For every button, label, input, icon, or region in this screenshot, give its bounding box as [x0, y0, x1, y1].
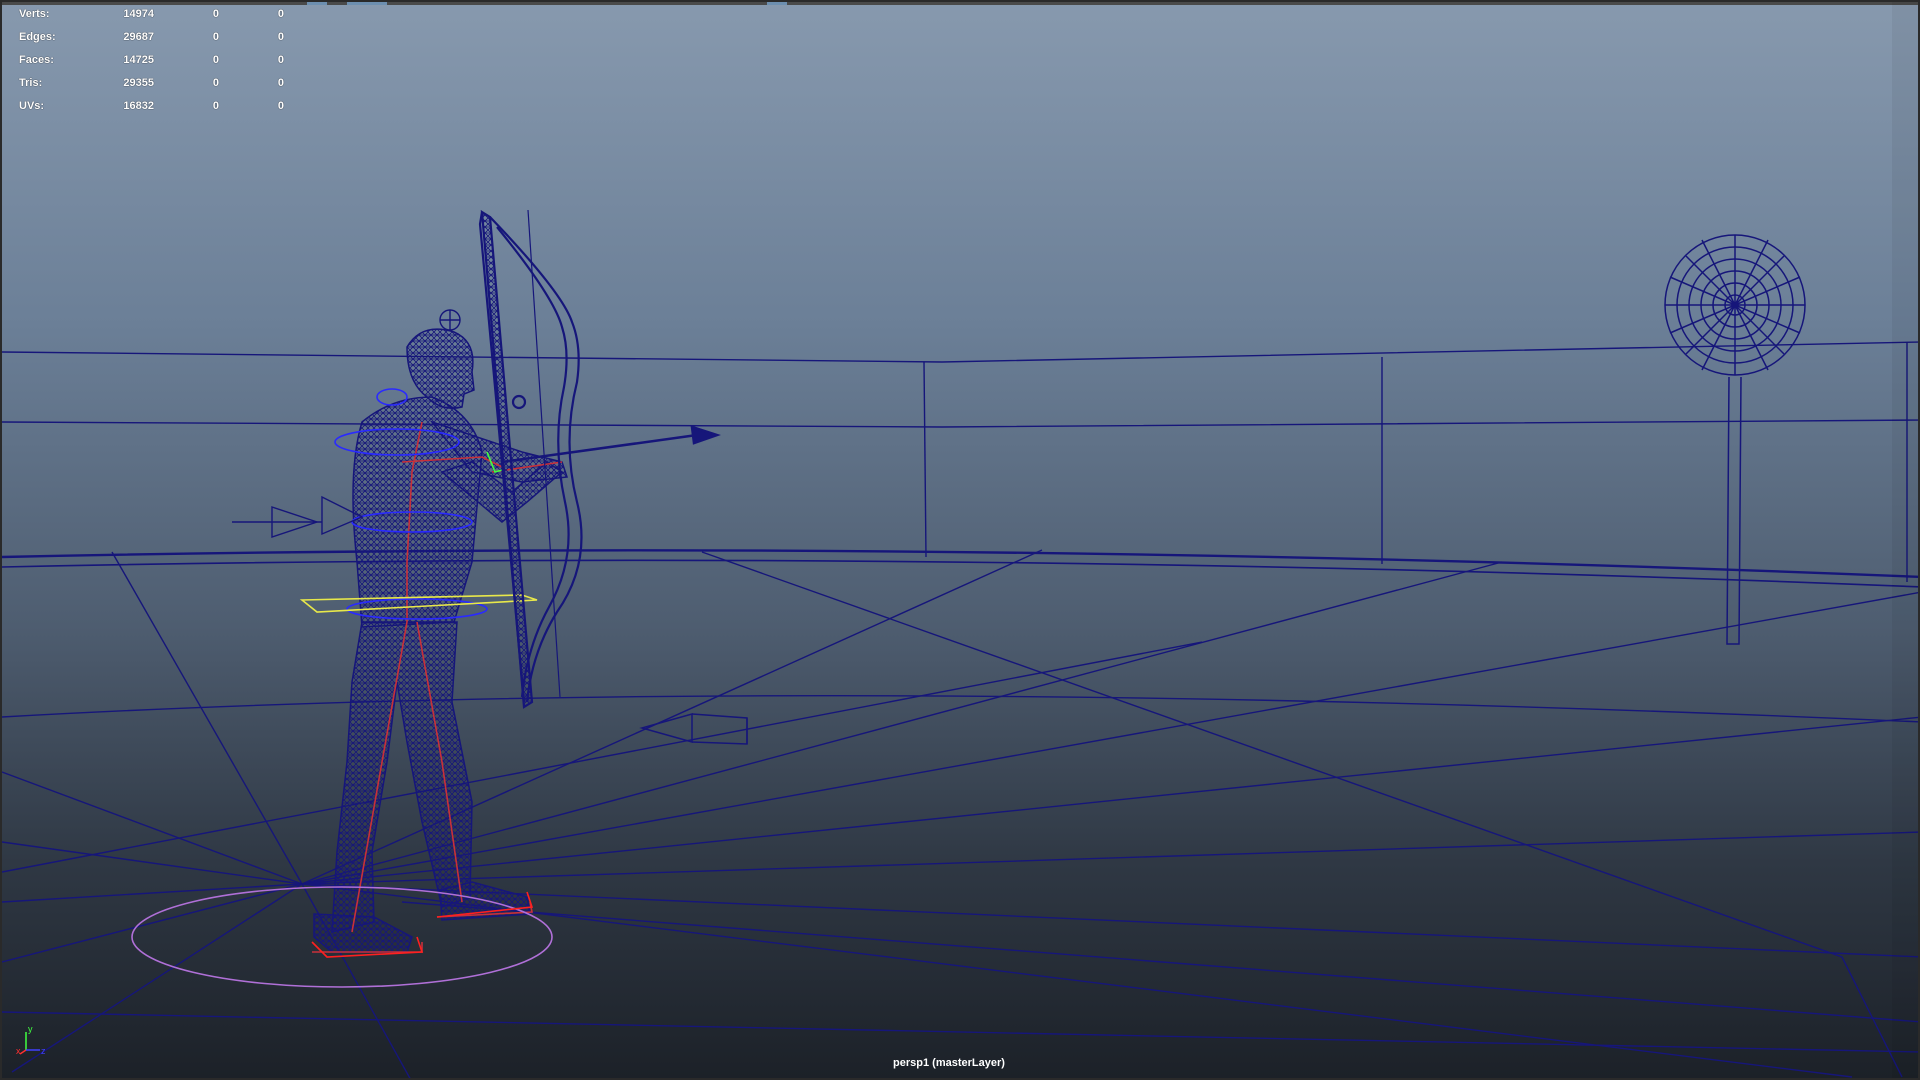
- hud-value: 0: [277, 100, 284, 112]
- axis-gizmo-icon: y x z: [16, 1024, 46, 1056]
- hud-value: 0: [212, 54, 219, 66]
- hud-value: 29687: [123, 31, 154, 43]
- hud-value: 0: [212, 100, 219, 112]
- hud-label: UVs:: [19, 100, 45, 112]
- viewport-persp[interactable]: Verts: 14974 0 0 Edges: 29687 0 0 Faces:…: [0, 0, 1920, 1080]
- hud-value: 29355: [123, 77, 154, 89]
- hud-label: Verts:: [19, 8, 50, 20]
- hud-label: Edges:: [19, 31, 56, 43]
- axis-label-x: x: [16, 1046, 21, 1056]
- scene-wireframe[interactable]: [2, 2, 1920, 1080]
- hud-value: 0: [212, 8, 219, 20]
- hud-label: Tris:: [19, 77, 43, 89]
- ground-grid: [2, 341, 1918, 1078]
- axis-label-y: y: [28, 1024, 33, 1034]
- hud-label: Faces:: [19, 54, 54, 66]
- axis-label-z: z: [41, 1046, 46, 1056]
- hud-value: 0: [277, 77, 284, 89]
- hud-value: 0: [277, 31, 284, 43]
- hud-value: 0: [277, 8, 284, 20]
- camera-name-label: persp1 (masterLayer): [893, 1057, 1005, 1069]
- arrow[interactable]: [501, 425, 721, 464]
- hud-value: 14974: [123, 8, 154, 20]
- hud-value: 0: [212, 31, 219, 43]
- archery-target[interactable]: [1664, 234, 1806, 645]
- hud-value: 0: [277, 54, 284, 66]
- hud-value: 0: [212, 77, 219, 89]
- viewport-right-edge: [1892, 2, 1918, 1078]
- hud-value: 14725: [123, 54, 154, 66]
- hud-value: 16832: [123, 100, 154, 112]
